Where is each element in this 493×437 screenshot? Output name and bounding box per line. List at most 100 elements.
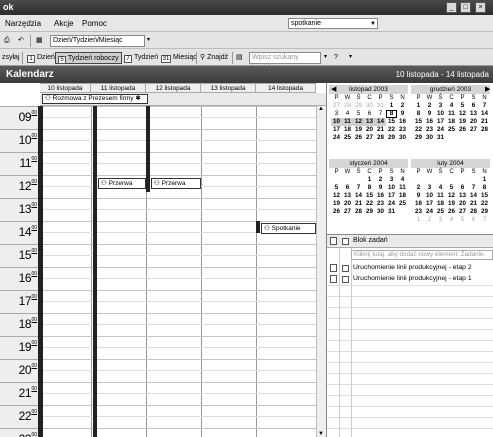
calendar-scrollbar[interactable]: ▲ ▼ bbox=[316, 106, 326, 437]
mini-calendar-day[interactable]: 10 bbox=[386, 184, 397, 192]
mini-calendar-day[interactable]: 27 bbox=[364, 134, 375, 142]
mini-calendar-day[interactable]: 13 bbox=[457, 192, 468, 200]
mini-calendar-day[interactable]: 2 bbox=[375, 176, 386, 184]
mini-calendar-day[interactable]: 30 bbox=[364, 102, 375, 110]
mini-calendar-day[interactable]: 27 bbox=[468, 126, 479, 134]
mini-calendar-day[interactable]: 17 bbox=[331, 126, 342, 134]
chevron-down-icon[interactable]: ▾ bbox=[145, 35, 152, 47]
mini-calendar-day[interactable]: 22 bbox=[413, 126, 424, 134]
mini-calendar-day[interactable]: 26 bbox=[446, 208, 457, 216]
mini-calendar-day[interactable]: 5 bbox=[353, 110, 364, 118]
mini-calendar-day[interactable]: 16 bbox=[397, 118, 408, 126]
task-checkbox[interactable] bbox=[342, 276, 349, 283]
send-receive-button[interactable]: zsyłaj bbox=[0, 52, 22, 64]
mini-calendar-day[interactable]: 12 bbox=[331, 192, 342, 200]
mini-calendar-day[interactable]: 7 bbox=[375, 110, 386, 118]
week-view-button[interactable]: 7 Tydzień bbox=[122, 52, 160, 64]
mini-calendar-day[interactable]: 7 bbox=[468, 184, 479, 192]
all-day-event[interactable]: ⚇ Rozmowa z Prezesem firmy ✱ bbox=[42, 94, 148, 104]
mini-calendar-day[interactable]: 14 bbox=[375, 118, 386, 126]
mini-calendar-day[interactable]: 4 bbox=[397, 176, 408, 184]
mini-calendar-day[interactable]: 5 bbox=[457, 216, 468, 224]
menu-help[interactable]: Pomoc bbox=[82, 19, 107, 28]
task-item[interactable]: Uruchomienie linii produkcyjnej - etap 2 bbox=[327, 263, 493, 274]
mini-calendar-day[interactable]: 10 bbox=[435, 110, 446, 118]
mini-calendar-day[interactable]: 25 bbox=[397, 200, 408, 208]
print-icon[interactable]: ⎙ bbox=[2, 35, 12, 47]
mini-calendar-day[interactable]: 20 bbox=[457, 200, 468, 208]
mini-calendar-day[interactable]: 12 bbox=[457, 110, 468, 118]
mini-calendar-day[interactable]: 11 bbox=[397, 184, 408, 192]
day-header[interactable]: 10 listopada bbox=[40, 83, 91, 93]
mini-calendar-day[interactable]: 28 bbox=[479, 126, 490, 134]
mini-calendar-day[interactable]: 25 bbox=[446, 126, 457, 134]
scroll-up-icon[interactable]: ▲ bbox=[318, 106, 324, 112]
mini-calendar-day[interactable]: 19 bbox=[457, 118, 468, 126]
mini-calendar-day[interactable]: 18 bbox=[342, 126, 353, 134]
mini-calendar-day[interactable]: 3 bbox=[386, 176, 397, 184]
next-month-icon[interactable]: ▶ bbox=[485, 85, 490, 93]
mini-calendar-day[interactable]: 7 bbox=[479, 216, 490, 224]
mini-calendar-day[interactable]: 5 bbox=[457, 102, 468, 110]
mini-calendar-day[interactable]: 23 bbox=[424, 126, 435, 134]
mini-calendar-day[interactable]: 27 bbox=[457, 208, 468, 216]
mini-calendar-day[interactable]: 4 bbox=[446, 216, 457, 224]
complete-checkbox-header[interactable] bbox=[342, 238, 349, 245]
mini-calendar-day[interactable]: 11 bbox=[446, 110, 457, 118]
chevron-down-icon[interactable]: ▼ bbox=[370, 20, 376, 29]
mini-calendar-day[interactable]: 9 bbox=[375, 184, 386, 192]
view-dropdown[interactable]: Dzień/Tydzień/Miesiąc bbox=[50, 35, 145, 47]
mini-calendar-day[interactable]: 12 bbox=[446, 192, 457, 200]
mini-calendar-day[interactable]: 24 bbox=[435, 126, 446, 134]
mini-calendar-day[interactable]: 26 bbox=[331, 208, 342, 216]
mini-calendar-day[interactable]: 3 bbox=[435, 102, 446, 110]
mini-calendar-day[interactable]: 6 bbox=[457, 184, 468, 192]
menu-actions[interactable]: Akcje bbox=[54, 19, 74, 28]
mini-calendar-day[interactable]: 28 bbox=[342, 102, 353, 110]
mini-calendar-day[interactable]: 8 bbox=[364, 184, 375, 192]
mini-calendar-day[interactable]: 1 bbox=[413, 216, 424, 224]
mini-calendar-day[interactable]: 5 bbox=[331, 184, 342, 192]
mini-calendar-day[interactable]: 19 bbox=[353, 126, 364, 134]
mini-calendar-day[interactable]: 5 bbox=[446, 184, 457, 192]
mini-calendar-day[interactable]: 11 bbox=[342, 118, 353, 126]
mini-calendar-day[interactable]: 17 bbox=[386, 192, 397, 200]
mini-calendar-day[interactable]: 16 bbox=[375, 192, 386, 200]
mini-calendar-day[interactable]: 29 bbox=[386, 134, 397, 142]
mini-calendar-day[interactable]: 16 bbox=[424, 118, 435, 126]
mini-calendar-day[interactable]: 28 bbox=[375, 134, 386, 142]
mini-calendar-day[interactable]: 31 bbox=[435, 134, 446, 142]
mini-calendar-day[interactable]: 25 bbox=[435, 208, 446, 216]
day-column[interactable] bbox=[256, 106, 316, 437]
mini-calendar-day[interactable]: 2 bbox=[413, 184, 424, 192]
mini-calendar-day[interactable]: 1 bbox=[479, 176, 490, 184]
mini-calendar-day[interactable]: 24 bbox=[331, 134, 342, 142]
grid-view-icon[interactable]: ▦ bbox=[34, 35, 45, 47]
mini-calendar-day[interactable]: 2 bbox=[424, 216, 435, 224]
day-header[interactable]: 14 listopada bbox=[256, 83, 316, 93]
mini-calendar-day[interactable]: 20 bbox=[342, 200, 353, 208]
day-header[interactable]: 11 listopada bbox=[91, 83, 146, 93]
day-header[interactable]: 12 listopada bbox=[146, 83, 201, 93]
mini-calendar-day[interactable]: 12 bbox=[353, 118, 364, 126]
mini-calendar-day[interactable]: 3 bbox=[331, 110, 342, 118]
mini-calendar-day[interactable]: 4 bbox=[342, 110, 353, 118]
mini-calendar-day[interactable]: 18 bbox=[446, 118, 457, 126]
taskpad-header[interactable]: Blok zadań bbox=[327, 235, 493, 248]
mini-calendar-day[interactable]: 23 bbox=[397, 126, 408, 134]
chevron-down-icon[interactable]: ▾ bbox=[322, 52, 329, 64]
mini-calendar-day[interactable]: 9 bbox=[413, 192, 424, 200]
previous-month-icon[interactable]: ◀ bbox=[331, 85, 336, 93]
minimize-button[interactable]: _ bbox=[446, 2, 457, 13]
mini-calendar-day[interactable]: 8 bbox=[386, 110, 397, 118]
address-book-icon[interactable]: ▤ bbox=[234, 52, 245, 64]
mini-calendar-day[interactable]: 19 bbox=[331, 200, 342, 208]
workweek-view-button[interactable]: 5 Tydzień roboczy bbox=[55, 52, 122, 64]
mini-calendar-day[interactable]: 22 bbox=[479, 200, 490, 208]
mini-calendar-day[interactable]: 10 bbox=[424, 192, 435, 200]
day-view-button[interactable]: 1 Dzień bbox=[25, 52, 57, 64]
mini-calendar-day[interactable]: 15 bbox=[413, 118, 424, 126]
mini-calendar-day[interactable]: 3 bbox=[424, 184, 435, 192]
mini-calendar-day[interactable]: 28 bbox=[468, 208, 479, 216]
chevron-down-icon[interactable]: ▾ bbox=[347, 52, 354, 64]
